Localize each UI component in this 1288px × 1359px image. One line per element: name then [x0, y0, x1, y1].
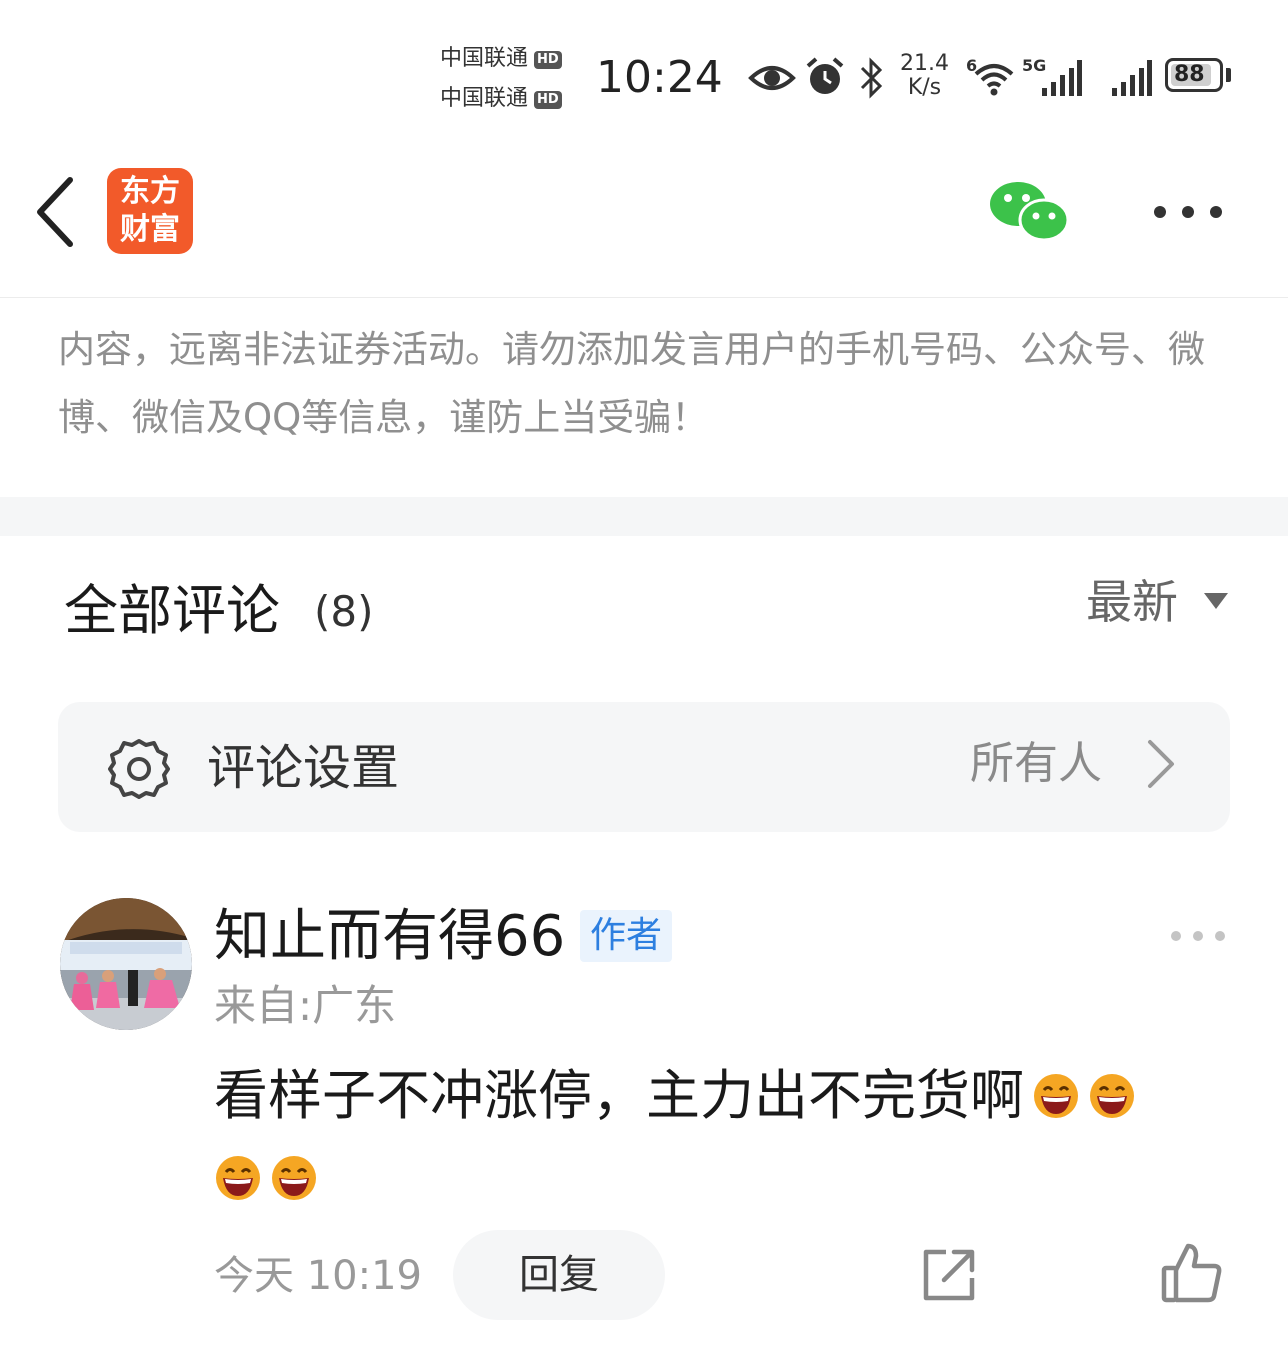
battery-icon: 88	[1165, 58, 1223, 92]
logo-text: 财富	[120, 212, 180, 247]
comment-timestamp: 今天 10:19	[214, 1253, 422, 1299]
reply-button[interactable]: 回复	[453, 1230, 665, 1320]
logo-text: 东方	[120, 174, 180, 209]
risk-notice: 内容，远离非法证券活动。请勿添加发言用户的手机号码、公众号、微博、微信及QQ等信…	[58, 328, 1205, 439]
net-speed: 21.4 K/s	[900, 52, 949, 100]
signal-icon	[1112, 60, 1152, 96]
hd-badge: HD	[534, 91, 562, 109]
author-badge: 作者	[580, 910, 672, 962]
carrier-label: 中国联通 HD	[440, 46, 562, 72]
section-divider	[0, 497, 1288, 536]
laughing-emoji-icon	[272, 1156, 316, 1200]
battery-level: 88	[1174, 62, 1205, 87]
signal-icon	[1042, 60, 1082, 96]
app-logo: 东方 财富	[107, 168, 193, 254]
comment-username[interactable]: 知止而有得66	[214, 904, 565, 970]
sort-label[interactable]: 最新	[1086, 574, 1178, 630]
more-icon[interactable]	[1168, 928, 1228, 944]
laughing-emoji-icon	[1034, 1074, 1078, 1118]
thumbs-up-icon[interactable]	[1160, 1240, 1224, 1306]
gear-icon	[108, 739, 170, 799]
bluetooth-icon	[860, 57, 883, 99]
comments-count: (8)	[314, 587, 374, 636]
eye-icon	[748, 66, 796, 90]
avatar-image	[60, 898, 192, 1030]
wifi-icon	[974, 64, 1014, 96]
caret-down-icon[interactable]	[1202, 590, 1230, 612]
wechat-icon[interactable]	[988, 180, 1070, 244]
comment-text: 看样子不冲涨停，主力出不完货啊	[214, 1062, 1136, 1130]
comments-title: 全部评论	[64, 579, 280, 642]
carrier-name: 中国联通	[440, 46, 529, 71]
net-speed-unit: K/s	[907, 75, 942, 100]
comment-emoji-row	[214, 1154, 326, 1202]
divider	[0, 297, 1288, 298]
status-clock: 10:24	[596, 52, 723, 103]
carrier-label: 中国联通 HD	[440, 86, 562, 112]
net-speed-value: 21.4	[900, 51, 949, 76]
back-icon[interactable]	[32, 176, 80, 248]
more-icon[interactable]	[1150, 200, 1226, 224]
avatar[interactable]	[60, 898, 192, 1030]
settings-label: 评论设置	[207, 740, 400, 796]
comment-location: 来自:广东	[214, 981, 397, 1030]
battery-tip	[1226, 68, 1231, 82]
laughing-emoji-icon	[1090, 1074, 1134, 1118]
comment-body: 看样子不冲涨停，主力出不完货啊	[214, 1064, 1024, 1127]
laughing-emoji-icon	[216, 1156, 260, 1200]
share-icon[interactable]	[918, 1244, 980, 1306]
hd-badge: HD	[534, 51, 562, 69]
settings-value: 所有人	[970, 738, 1102, 789]
chevron-right-icon	[1148, 740, 1174, 788]
alarm-icon	[806, 57, 844, 94]
carrier-name: 中国联通	[440, 86, 529, 111]
